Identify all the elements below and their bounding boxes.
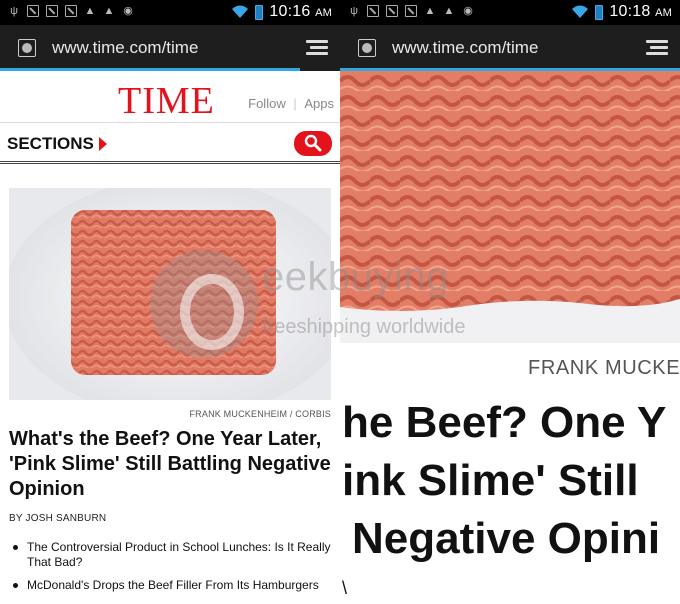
right-screenshot: ψ ▲ ▲ ◉ 10:18 AM www.time.com/time FRANK… [340,0,680,604]
related-link[interactable]: The Controversial Product in School Lunc… [9,540,331,570]
notification-icons: ψ ▲ ▲ ◉ [8,5,134,17]
sections-nav: SECTIONS [0,124,340,164]
headline-line: he Beef? One Y [342,398,667,447]
image-notification-icon [27,5,39,17]
wifi-icon [572,5,589,18]
android-icon: ◉ [123,5,133,17]
clock: 10:16 AM [269,3,332,20]
photo-credit: FRANK MUCKE [528,357,680,379]
usb-icon: ψ [10,5,18,17]
warning-icon: ▲ [103,5,115,17]
byline[interactable]: BY JOSH SANBURN [9,513,106,524]
bookmarks-icon[interactable] [646,40,668,57]
image-notification-icon [367,5,379,17]
usb-icon: ψ [350,5,358,17]
image-notification-icon [65,5,77,17]
address-bar[interactable]: www.time.com/time [0,25,340,71]
byline-fragment: \ [342,578,348,598]
divider: | [293,96,297,111]
time-logo[interactable]: TIME [118,79,215,123]
caret-right-icon[interactable] [99,137,107,151]
article-headline[interactable]: What's the Beef? One Year Later, 'Pink S… [9,427,331,502]
related-links: The Controversial Product in School Lunc… [9,540,331,601]
headline-line: ink Slime' Still [342,456,639,505]
image-notification-icon [386,5,398,17]
left-screenshot: ψ ▲ ▲ ◉ 10:16 AM www.time.com/time TIME … [0,0,340,604]
warning-icon: ▲ [84,5,96,17]
apps-link[interactable]: Apps [304,96,334,111]
wifi-icon [232,5,249,18]
site-header: TIME Follow | Apps [0,71,340,123]
warning-icon: ▲ [424,5,436,17]
notification-icons: ψ ▲ ▲ ◉ [348,5,474,17]
status-bar: ψ ▲ ▲ ◉ 10:16 AM [0,0,340,25]
bookmarks-icon[interactable] [306,40,328,57]
battery-icon [255,4,264,20]
photo-credit: FRANK MUCKENHEIM / CORBIS [189,409,331,419]
clock: 10:18 AM [609,3,672,20]
article-headline-zoomed[interactable]: he Beef? One Y ink Slime' Still Negative… [340,394,680,568]
follow-link[interactable]: Follow [248,96,286,111]
search-button[interactable] [294,131,332,156]
image-notification-icon [405,5,417,17]
address-bar[interactable]: www.time.com/time [340,25,680,71]
image-notification-icon [46,5,58,17]
site-icon [18,39,36,57]
related-link[interactable]: McDonald's Drops the Beef Filler From It… [9,578,331,593]
article-photo[interactable] [9,188,331,400]
battery-icon [595,4,604,20]
android-icon: ◉ [463,5,473,17]
warning-icon: ▲ [443,5,455,17]
article-photo-zoomed[interactable] [340,71,680,343]
url-text[interactable]: www.time.com/time [392,38,538,58]
sections-button[interactable]: SECTIONS [7,134,94,154]
search-icon [304,134,322,152]
site-icon [358,39,376,57]
headline-line: Negative Opini [352,514,661,563]
status-bar: ψ ▲ ▲ ◉ 10:18 AM [340,0,680,25]
url-text[interactable]: www.time.com/time [52,38,198,58]
